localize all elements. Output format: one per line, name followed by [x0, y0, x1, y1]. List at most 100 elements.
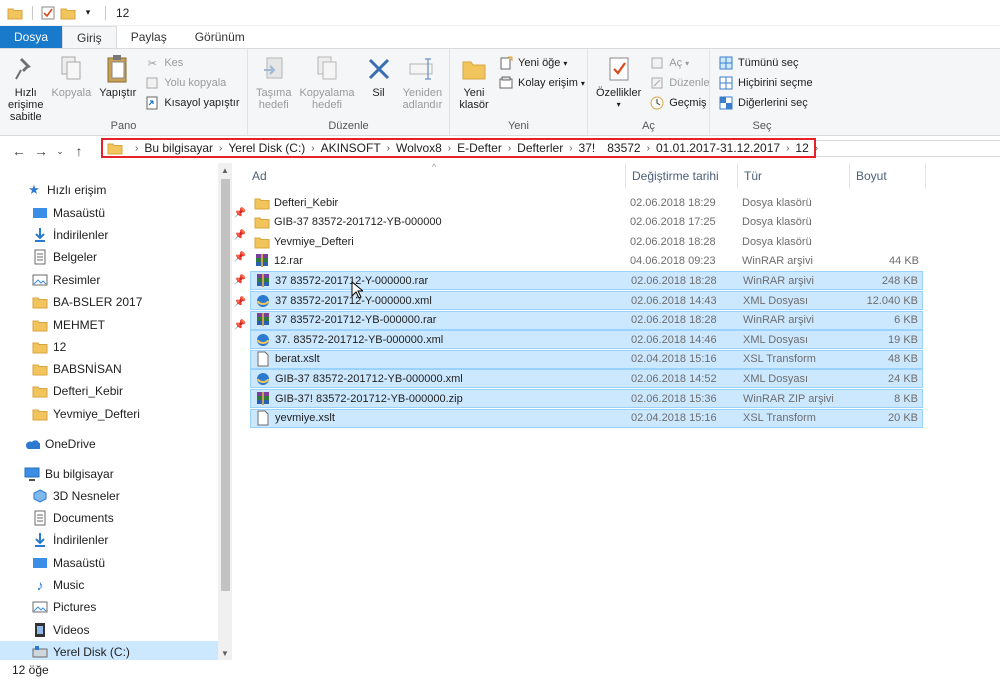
chevron-right-icon[interactable]: ›: [647, 143, 650, 154]
pin-icon[interactable]: 📌: [234, 275, 246, 286]
column-header-type[interactable]: Tür: [738, 163, 850, 189]
chevron-right-icon[interactable]: ›: [311, 143, 314, 154]
chevron-right-icon[interactable]: ›: [387, 143, 390, 154]
chevron-right-icon[interactable]: ›: [786, 143, 789, 154]
nav-item-label: Masaüstü: [53, 556, 106, 570]
recent-locations-button[interactable]: ⌄: [52, 140, 68, 162]
column-header-size[interactable]: Boyut: [850, 163, 926, 189]
pin-icon[interactable]: 📌: [234, 320, 246, 331]
file-name-cell: 37 83572-201712-YB-000000.rar: [251, 312, 631, 328]
nav-pane-scrollbar[interactable]: ▲ ▼: [218, 163, 232, 660]
file-name-cell: yevmiye.xslt: [251, 410, 631, 426]
invert-selection-button[interactable]: Diğerlerini seç: [718, 93, 813, 113]
breadcrumb-e-defter[interactable]: E-Defter: [457, 141, 502, 155]
file-size: 20 KB: [888, 412, 918, 425]
file-row[interactable]: yevmiye.xslt 02.04.2018 15:16 XSL Transfor…: [250, 408, 923, 428]
file-type: XSL Transform: [743, 412, 816, 425]
tab-dosya[interactable]: Dosya: [0, 26, 63, 48]
new-folder-label-1: Yeni: [463, 87, 485, 99]
select-none-button[interactable]: Hiçbirini seçme: [718, 73, 813, 93]
paste-label: Yapıştır: [99, 87, 137, 99]
back-button[interactable]: ←: [8, 140, 30, 162]
nav-this-pc[interactable]: Bu bilgisayar: [24, 463, 242, 485]
file-row[interactable]: GIB-37 83572-201712-YB-000000 02.06.2018 …: [250, 213, 923, 232]
file-row[interactable]: Yevmiye_Defteri 02.06.2018 18:28 Dosya kla…: [250, 232, 923, 251]
breadcrumb-defterler[interactable]: Defterler: [517, 141, 563, 155]
edit-button[interactable]: Düzenle: [649, 73, 710, 93]
file-type: Dosya klasörü: [742, 196, 812, 209]
properties-icon: [603, 53, 635, 85]
chevron-right-icon[interactable]: ›: [448, 143, 451, 154]
edit-icon: [649, 75, 665, 91]
new-item-button[interactable]: Yeni öğe ▾: [498, 53, 585, 73]
copy-path-icon: [144, 75, 160, 91]
folder-icon: [254, 214, 270, 230]
tab-gorunum[interactable]: Görünüm: [181, 26, 259, 48]
column-header-size-label: Boyut: [856, 169, 887, 183]
file-row[interactable]: berat.xslt 02.04.2018 15:16 XSL Transform 4…: [250, 349, 923, 369]
address-bar[interactable]: › Bu bilgisayar › Yerel Disk (C:) › AKIN…: [101, 138, 818, 158]
breadcrumb-company-code[interactable]: 37!: [579, 141, 596, 155]
easy-access-button[interactable]: Kolay erişim ▾: [498, 73, 585, 93]
forward-button[interactable]: →: [30, 140, 52, 162]
window-title: 12: [116, 5, 130, 20]
pin-icon[interactable]: 📌: [234, 208, 246, 219]
history-button[interactable]: Geçmiş: [649, 93, 709, 113]
pin-icon[interactable]: 📌: [234, 252, 246, 263]
properties-icon[interactable]: [39, 4, 57, 22]
file-row[interactable]: 12.rar 04.06.2018 09:23 WinRAR arşivi 44 KB: [250, 252, 923, 271]
file-size: 19 KB: [888, 333, 918, 346]
computer-icon: [24, 466, 40, 482]
scroll-up-icon[interactable]: ▲: [218, 163, 232, 177]
tab-paylas[interactable]: Paylaş: [117, 26, 181, 48]
up-button[interactable]: ↑: [68, 140, 90, 162]
breadcrumb-period[interactable]: 01.01.2017-31.12.2017: [656, 141, 780, 155]
chevron-right-icon[interactable]: ›: [219, 143, 222, 154]
pin-icon: [10, 53, 42, 85]
tab-giris[interactable]: Giriş: [62, 26, 117, 48]
pin-icon[interactable]: 📌: [234, 230, 246, 241]
nav-this-pc-label: Bu bilgisayar: [45, 467, 114, 481]
open-button[interactable]: Aç ▾: [649, 53, 709, 73]
file-row[interactable]: GIB-37 83572-201712-YB-000000.xml 02.06.2…: [250, 369, 923, 389]
chevron-right-icon[interactable]: ›: [508, 143, 511, 154]
nav-onedrive[interactable]: OneDrive: [24, 433, 242, 455]
file-row[interactable]: GIB-37! 83572-201712-YB-000000.zip 02.06.…: [250, 389, 923, 408]
scrollbar-thumb[interactable]: [221, 179, 230, 591]
nav-item-label: 12: [53, 340, 67, 354]
breadcrumb-akinsoft[interactable]: AKINSOFT: [321, 141, 381, 155]
breadcrumb-company-code-suffix[interactable]: 83572: [607, 141, 640, 155]
scroll-down-icon[interactable]: ▼: [218, 646, 232, 660]
nav-item-label: İndirilenler: [53, 533, 109, 547]
nav-quick-access[interactable]: ★ Hızlı erişim: [26, 179, 244, 201]
pin-icon[interactable]: 📌: [234, 297, 246, 308]
breadcrumb-local-disk[interactable]: Yerel Disk (C:): [228, 141, 305, 155]
breadcrumb-this-pc[interactable]: Bu bilgisayar: [144, 141, 213, 155]
file-row[interactable]: 37 83572-201712-YB-000000.rar 02.06.2018 …: [250, 310, 923, 330]
winrar-icon: [255, 273, 271, 289]
copy-path-button[interactable]: Yolu kopyala: [144, 73, 239, 93]
file-type: WinRAR arşivi: [743, 274, 814, 287]
history-icon: [649, 95, 665, 111]
disk-icon: [32, 644, 48, 660]
select-all-button[interactable]: Tümünü seç: [718, 53, 813, 73]
paste-shortcut-button[interactable]: Kısayol yapıştır: [144, 93, 240, 113]
delete-label: Sil: [372, 87, 385, 99]
rename-icon: [406, 53, 438, 85]
nav-onedrive-label: OneDrive: [45, 437, 96, 451]
file-row[interactable]: 37. 83572-201712-YB-000000.xml 02.06.2018…: [250, 330, 923, 350]
chevron-right-icon[interactable]: ›: [135, 143, 138, 154]
chevron-right-icon[interactable]: ›: [569, 143, 572, 154]
ribbon-group-sec: Tümünü seç Hiçbirini seçme Diğerlerini s…: [710, 49, 814, 135]
file-name: yevmiye.xslt: [275, 412, 335, 425]
column-header-date[interactable]: Değiştirme tarihi: [626, 163, 738, 189]
address-bar-empty-area[interactable]: [816, 140, 1000, 157]
file-date: 02.06.2018 15:36: [631, 392, 717, 405]
file-row[interactable]: Defteri_Kebir 02.06.2018 18:29 Dosya klasö…: [250, 193, 923, 212]
customize-toolbar-icon[interactable]: ▾: [79, 4, 97, 22]
cut-button[interactable]: ✂ Kes: [144, 53, 239, 73]
breadcrumb-12[interactable]: 12: [795, 141, 808, 155]
open-icon: [649, 55, 665, 71]
breadcrumb-wolvox8[interactable]: Wolvox8: [396, 141, 442, 155]
new-folder-icon[interactable]: [59, 4, 77, 22]
